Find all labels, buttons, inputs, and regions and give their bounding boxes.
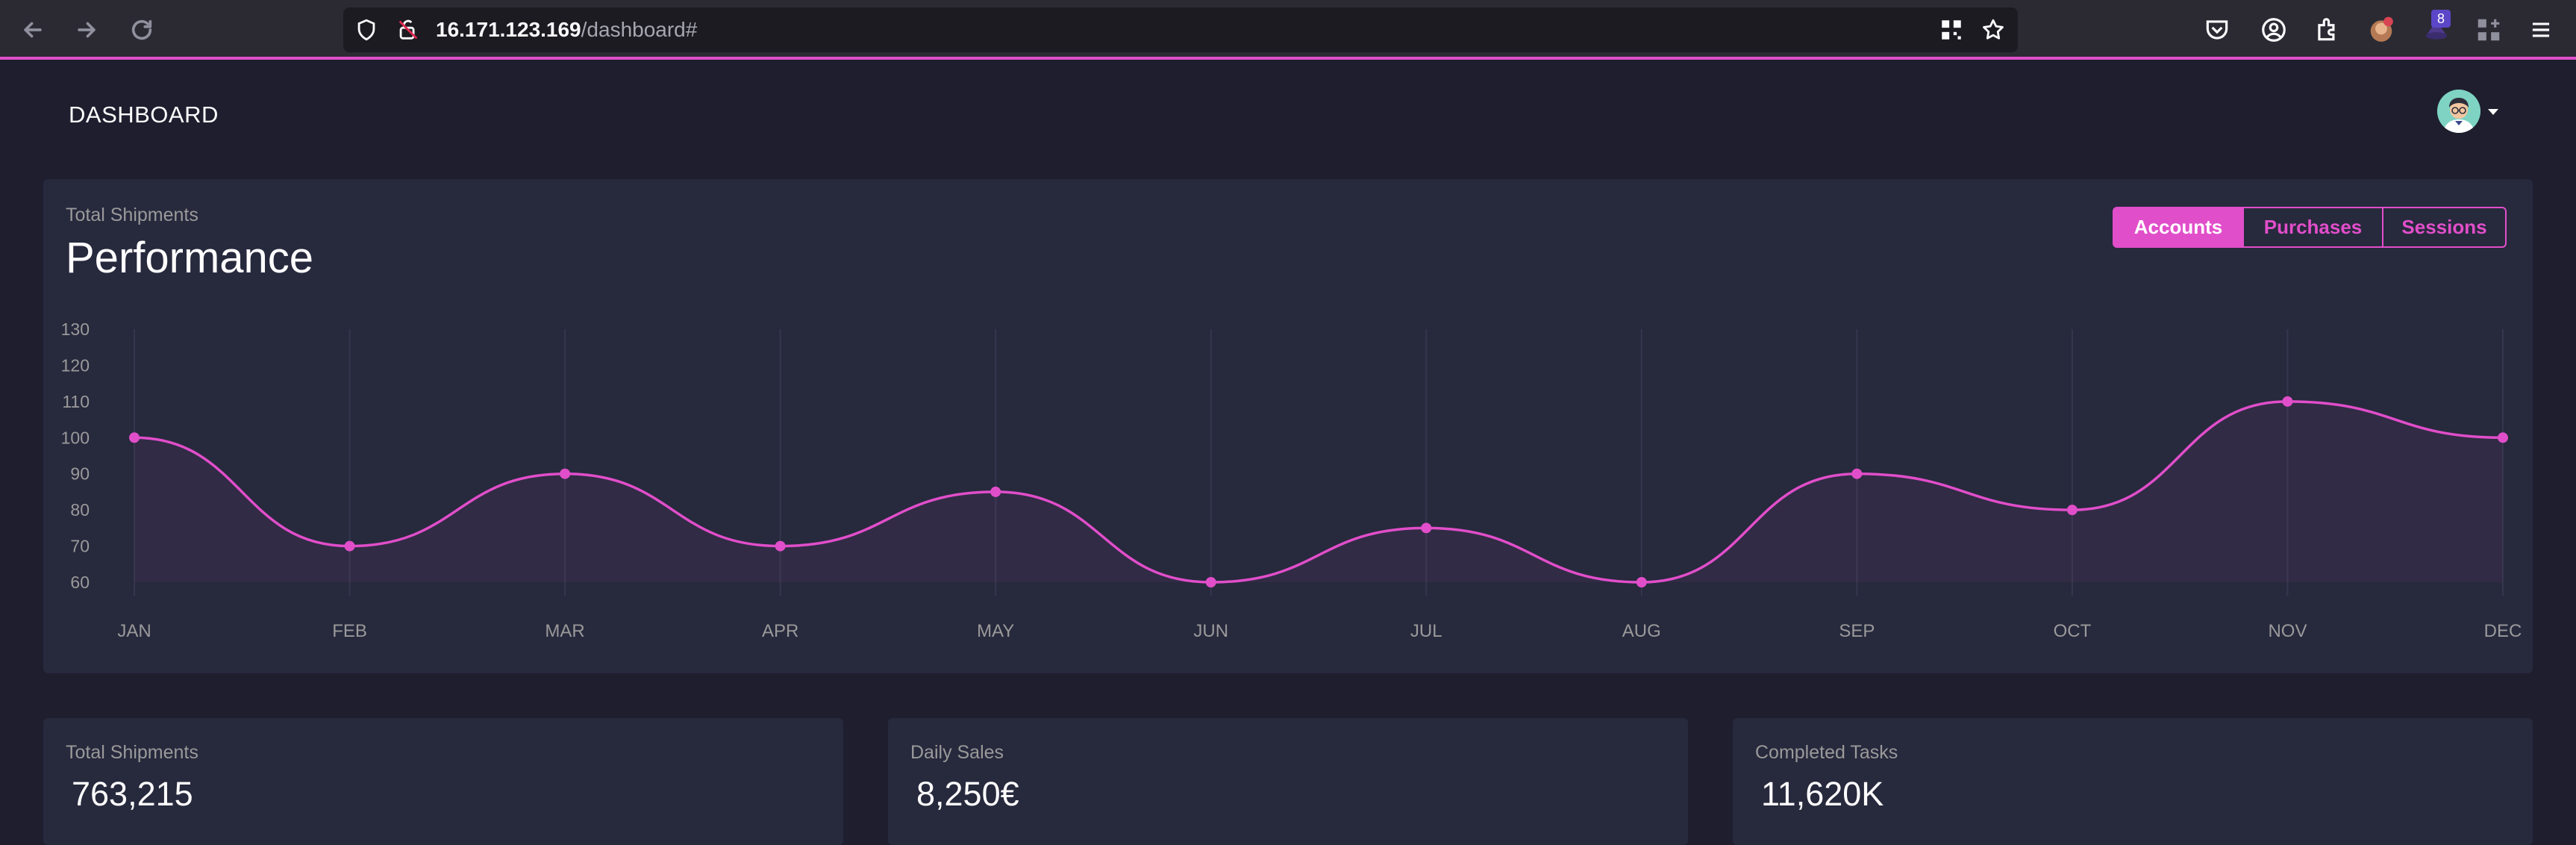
x-tick-label: SEP [1839,621,1875,641]
chart-tab-group: Accounts Purchases Sessions [2113,207,2507,248]
forward-arrow-icon[interactable] [70,13,103,46]
stat-label: Total Shipments [66,742,198,763]
x-tick-label: JAN [117,621,151,641]
avatar-extension-icon[interactable] [2367,16,2395,44]
lock-warning-icon[interactable] [396,17,421,43]
stat-value: 11,620K [1761,775,1884,813]
pocket-icon[interactable] [2203,16,2231,44]
stat-card-completed-tasks: Completed Tasks 11,620K [1733,718,2533,845]
stat-card-shipments: Total Shipments 763,215 [43,718,843,845]
y-tick-label: 130 [61,319,90,339]
qr-code-icon[interactable] [1939,17,1964,43]
x-tick-label: NOV [2268,621,2307,641]
back-arrow-icon[interactable] [16,13,49,46]
sessions-tab-button[interactable]: Sessions [2382,207,2507,248]
data-point [775,540,786,552]
x-tick-label: FEB [332,621,367,641]
x-tick-label: APR [762,621,798,641]
account-icon[interactable] [2260,16,2288,44]
performance-line-chart: JAN FEB MAR APR MAY JUN JUL AUG SEP OCT NOV DEC 60 70… [61,319,2522,641]
reload-icon[interactable] [125,13,158,46]
x-tick-label: AUG [1622,621,1661,641]
stat-value: 763,215 [72,775,193,813]
extensions-icon[interactable] [2313,16,2342,44]
y-tick-label: 90 [70,464,90,484]
purchases-tab-button[interactable]: Purchases [2242,207,2383,248]
bookmark-star-icon[interactable] [1981,17,2006,43]
stat-label: Daily Sales [910,742,1004,763]
data-point [1636,577,1647,587]
x-tick-label: OCT [2054,621,2092,641]
stat-value: 8,250€ [916,775,1019,813]
data-point [344,540,355,552]
grid-plus-icon[interactable] [2475,16,2503,44]
stat-card-daily-sales: Daily Sales 8,250€ [888,718,1688,845]
data-point [2066,505,2078,516]
data-point [129,432,140,443]
stat-label: Completed Tasks [1755,742,1898,763]
hamburger-menu-icon[interactable] [2527,16,2555,44]
card-subtitle: Total Shipments [66,205,198,225]
shield-icon[interactable] [354,17,379,43]
x-tick-label: DEC [2484,621,2522,641]
y-tick-label: 100 [61,428,90,447]
data-point [1851,468,1863,479]
x-tick-label: JUN [1193,621,1228,641]
y-tick-label: 80 [70,500,90,520]
url-path: /dashboard# [581,18,698,41]
x-tick-label: JUL [1410,621,1442,641]
url-text[interactable]: 16.171.123.169/dashboard# [436,18,697,42]
x-tick-label: MAR [545,621,584,641]
y-tick-label: 70 [70,537,90,556]
y-tick-label: 110 [62,392,90,411]
data-point [2282,396,2293,407]
card-title: Performance [66,234,314,282]
url-host: 16.171.123.169 [436,18,581,41]
url-bar[interactable]: 16.171.123.169/dashboard# [343,7,2018,52]
user-avatar[interactable] [2437,90,2480,133]
data-point [2498,432,2508,443]
chevron-down-icon[interactable] [2488,109,2498,115]
y-tick-label: 60 [70,573,90,592]
accounts-tab-button[interactable]: Accounts [2113,207,2244,248]
x-tick-label: MAY [977,621,1014,641]
browser-toolbar: 16.171.123.169/dashboard# 8 [0,0,2576,60]
page-title[interactable]: DASHBOARD [69,102,219,128]
data-point [990,486,1001,497]
y-tick-label: 120 [61,355,90,375]
data-point [1205,577,1216,587]
extension-badge: 8 [2431,10,2451,28]
data-point [560,468,571,479]
data-point [1421,523,1432,534]
